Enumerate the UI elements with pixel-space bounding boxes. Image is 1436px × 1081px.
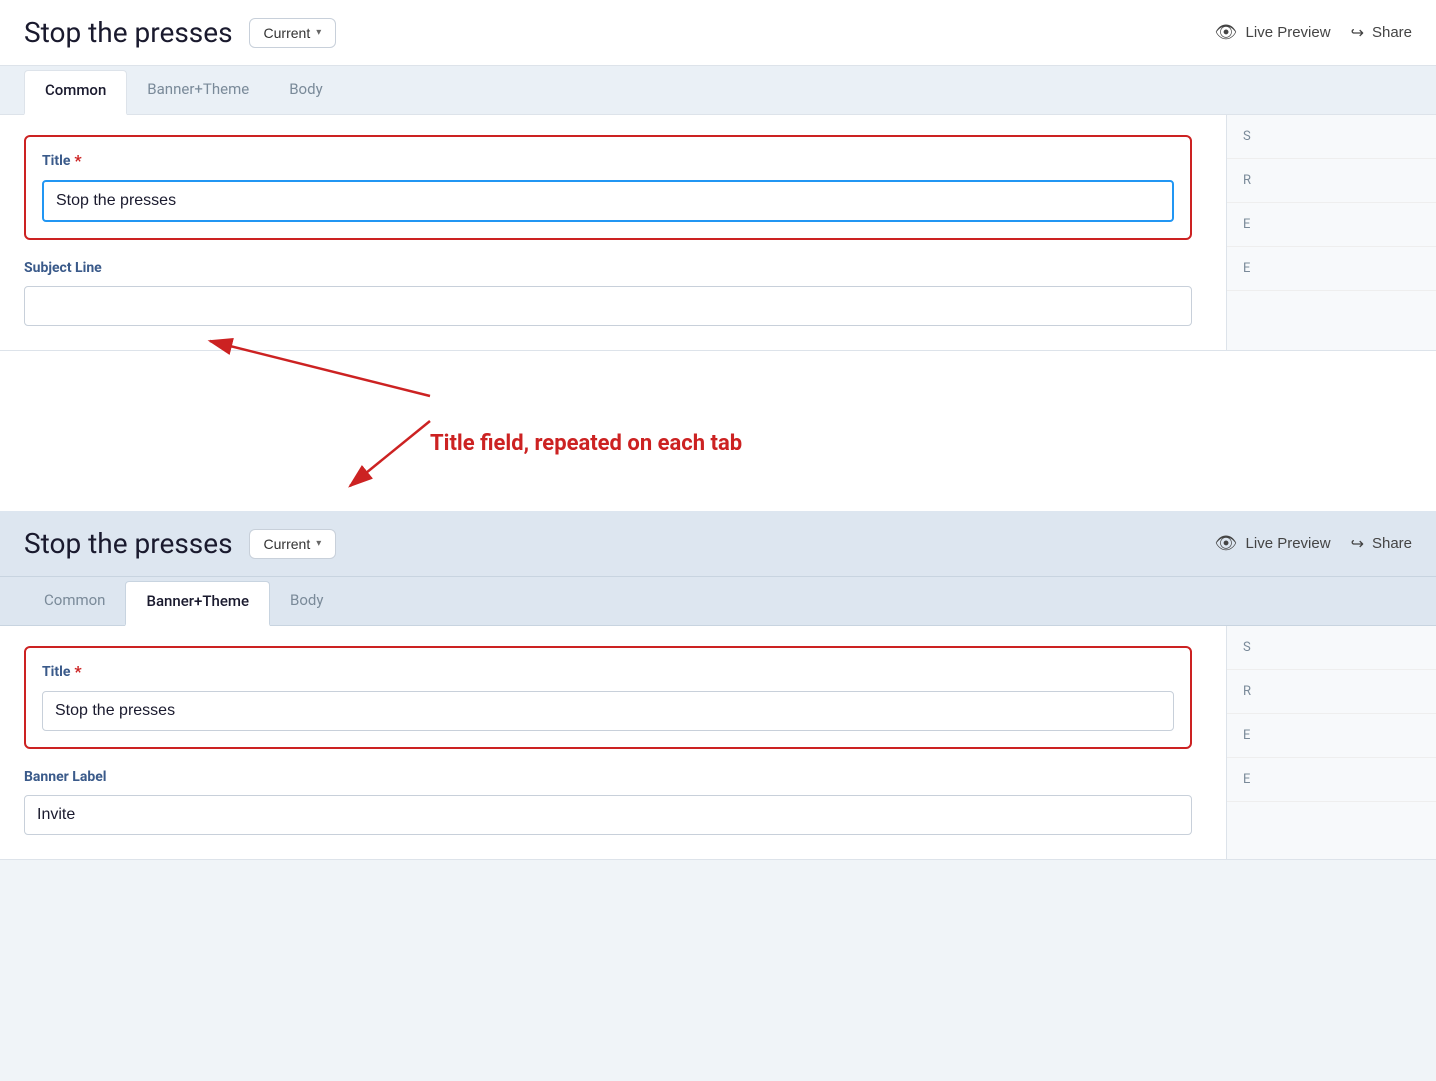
- title-label-bottom: Title *: [42, 662, 1174, 681]
- title-input-bottom[interactable]: [42, 691, 1174, 731]
- eye-icon: 👁: [1215, 22, 1238, 43]
- banner-field-label: Banner Label: [24, 769, 1192, 785]
- title-label-top: Title *: [42, 151, 1174, 170]
- tab-common-bottom[interactable]: Common: [24, 577, 125, 626]
- page-title: Stop the presses: [24, 16, 233, 49]
- chevron-down-icon: ▾: [316, 27, 321, 38]
- top-tabs-bar: Common Banner+Theme Body: [0, 66, 1436, 115]
- sidebar-item-2: R: [1227, 159, 1436, 203]
- sidebar-item-1: S: [1227, 115, 1436, 159]
- share-icon: ↪: [1351, 23, 1364, 43]
- banner-label-section: Banner Label: [24, 769, 1192, 835]
- bottom-page-title: Stop the presses: [24, 527, 233, 560]
- live-preview-button[interactable]: 👁 Live Preview: [1215, 22, 1331, 43]
- title-input-top[interactable]: [42, 180, 1174, 222]
- sidebar-item-3: E: [1227, 203, 1436, 247]
- bottom-chevron-down-icon: ▾: [316, 538, 321, 549]
- bottom-live-preview-button[interactable]: 👁 Live Preview: [1215, 533, 1331, 554]
- bottom-sidebar-item-2: R: [1227, 670, 1436, 714]
- tab-body-top[interactable]: Body: [269, 66, 342, 115]
- banner-input[interactable]: [24, 795, 1192, 835]
- bottom-share-button[interactable]: ↪ Share: [1351, 534, 1412, 554]
- title-field-box-bottom: Title *: [24, 646, 1192, 749]
- bottom-sidebar-item-4: E: [1227, 758, 1436, 802]
- bottom-live-preview-label: Live Preview: [1246, 535, 1331, 552]
- annotation-text: Title field, repeated on each tab: [430, 431, 742, 456]
- bottom-right-sidebar: S R E E: [1226, 626, 1436, 859]
- tab-body-bottom[interactable]: Body: [270, 577, 343, 626]
- bottom-current-label: Current: [264, 536, 311, 552]
- subject-label: Subject Line: [24, 260, 1192, 276]
- bottom-share-label: Share: [1372, 535, 1412, 552]
- top-panel: Stop the presses Current ▾ 👁 Live Previe…: [0, 0, 1436, 351]
- annotation-area: Title field, repeated on each tab: [0, 351, 1436, 511]
- live-preview-label: Live Preview: [1246, 24, 1331, 41]
- bottom-tabs-bar: Common Banner+Theme Body: [0, 577, 1436, 626]
- current-dropdown-button[interactable]: Current ▾: [249, 18, 337, 48]
- bottom-panel-content: S R E E Title * Banner Label: [0, 626, 1436, 859]
- required-indicator-bottom: *: [74, 662, 81, 681]
- bottom-sidebar-item-1: S: [1227, 626, 1436, 670]
- title-field-box-top: Title *: [24, 135, 1192, 240]
- annotation-svg: [0, 311, 900, 511]
- bottom-sidebar-item-3: E: [1227, 714, 1436, 758]
- bottom-panel: Stop the presses Current ▾ 👁 Live Previe…: [0, 511, 1436, 860]
- tab-common-top[interactable]: Common: [24, 70, 127, 115]
- top-panel-header: Stop the presses Current ▾ 👁 Live Previe…: [0, 0, 1436, 66]
- tab-banner-theme-top[interactable]: Banner+Theme: [127, 66, 269, 115]
- bottom-panel-header: Stop the presses Current ▾ 👁 Live Previe…: [0, 511, 1436, 577]
- tab-banner-theme-bottom[interactable]: Banner+Theme: [125, 581, 270, 626]
- bottom-current-dropdown-button[interactable]: Current ▾: [249, 529, 337, 559]
- top-right-sidebar: S R E E: [1226, 115, 1436, 350]
- bottom-eye-icon: 👁: [1215, 533, 1238, 554]
- current-label: Current: [264, 25, 311, 41]
- required-indicator-top: *: [74, 151, 81, 170]
- sidebar-item-4: E: [1227, 247, 1436, 291]
- bottom-share-icon: ↪: [1351, 534, 1364, 554]
- header-actions: 👁 Live Preview ↪ Share: [1215, 22, 1412, 43]
- bottom-header-actions: 👁 Live Preview ↪ Share: [1215, 533, 1412, 554]
- share-button[interactable]: ↪ Share: [1351, 23, 1412, 43]
- share-label: Share: [1372, 24, 1412, 41]
